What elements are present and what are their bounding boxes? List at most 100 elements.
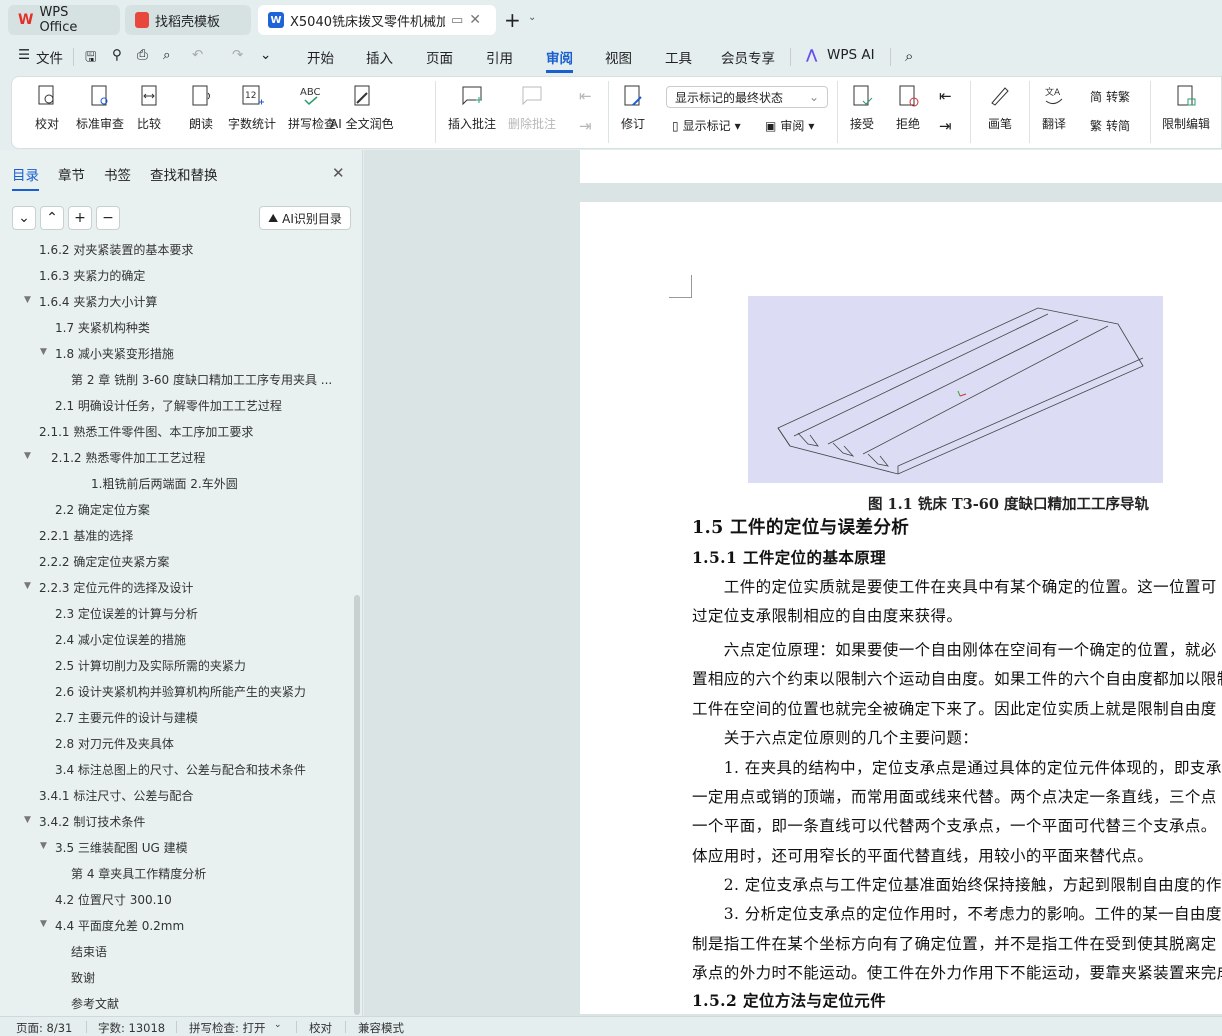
expand-up-button[interactable]: ⌃ — [40, 206, 64, 230]
toc-item[interactable]: 1.粗铣前后两端面 2.车外圆 — [91, 475, 238, 492]
toc-item[interactable]: 1.6.4 夹紧力大小计算 — [39, 293, 157, 310]
menu-references[interactable]: 引用 — [486, 47, 513, 67]
toc-item[interactable]: 2.3 定位误差的计算与分析 — [55, 605, 198, 622]
expand-arrow-icon[interactable]: ▼ — [40, 347, 47, 357]
toc-item[interactable]: 2.2.2 确定定位夹紧方案 — [39, 553, 169, 570]
tab-bookmarks[interactable]: 书签 — [104, 164, 131, 184]
toc-item[interactable]: 3.4 标注总图上的尺寸、公差与配合和技术条件 — [55, 761, 306, 778]
toc-item[interactable]: 1.6.3 夹紧力的确定 — [39, 267, 145, 284]
spell-check-button[interactable]: ABC 拼写检查 — [288, 83, 336, 132]
ai-toc-button[interactable]: ⛰ AI识别目录 — [259, 206, 351, 230]
menu-tools[interactable]: 工具 — [665, 47, 692, 67]
toc-item[interactable]: 2.7 主要元件的设计与建模 — [55, 709, 198, 726]
tab-toc[interactable]: 目录 — [12, 164, 39, 191]
toc-item[interactable]: 4.4 平面度允差 0.2mm — [55, 917, 184, 934]
review-pane-button[interactable]: ▣ 审阅 ▾ — [765, 117, 814, 134]
next-change-icon[interactable]: ⇥ — [939, 117, 952, 135]
standard-review-button[interactable]: 标准审查 — [76, 83, 124, 132]
toc-scrollbar[interactable] — [354, 595, 360, 1015]
ai-polish-button[interactable]: AI 全文润色 — [330, 83, 394, 132]
toc-item[interactable]: 3.4.2 制订技术条件 — [39, 813, 145, 830]
undo-icon[interactable]: ↶ — [192, 47, 203, 63]
tab-find-replace[interactable]: 查找和替换 — [150, 164, 218, 184]
expand-arrow-icon[interactable]: ▼ — [40, 841, 47, 851]
save-icon[interactable]: 🖫 — [85, 47, 97, 70]
chevron-down-icon[interactable]: ⌄ — [528, 12, 536, 23]
expand-arrow-icon[interactable]: ▼ — [40, 919, 47, 929]
toc-item[interactable]: 2.5 计算切削力及实际所需的夹紧力 — [55, 657, 246, 674]
menu-member[interactable]: 会员专享 — [721, 47, 775, 67]
markup-state-select[interactable]: 显示标记的最终状态 ⌄ — [666, 86, 828, 108]
spell-check-status[interactable]: 拼写检查: 打开 — [189, 1020, 266, 1036]
toc-item[interactable]: 2.1.1 熟悉工件零件图、本工序加工要求 — [39, 423, 253, 440]
word-count-button[interactable]: 12 字数统计 — [228, 83, 276, 132]
menu-view[interactable]: 视图 — [605, 47, 632, 67]
toc-item[interactable]: 2.1 明确设计任务，了解零件加工工艺过程 — [55, 397, 282, 414]
toc-item[interactable]: 参考文献 — [71, 995, 119, 1012]
word-count[interactable]: 字数: 13018 — [98, 1020, 165, 1036]
toc-item[interactable]: 3.4.1 标注尺寸、公差与配合 — [39, 787, 193, 804]
toc-item[interactable]: 2.4 减小定位误差的措施 — [55, 631, 186, 648]
toc-item[interactable]: 1.8 减小夹紧变形措施 — [55, 345, 174, 362]
print-icon[interactable]: ⎙ — [137, 47, 148, 63]
compare-button[interactable]: 比较 — [136, 83, 162, 132]
expand-arrow-icon[interactable]: ▼ — [24, 581, 31, 591]
toc-item[interactable]: 2.2.3 定位元件的选择及设计 — [39, 579, 193, 596]
new-tab-icon[interactable]: + — [504, 8, 521, 32]
remove-heading-button[interactable]: − — [96, 206, 120, 230]
toc-item[interactable]: 2.8 对刀元件及夹具体 — [55, 735, 174, 752]
tab-docer[interactable]: 找稻壳模板 — [125, 5, 251, 35]
expand-arrow-icon[interactable]: ▼ — [24, 295, 31, 305]
accept-button[interactable]: 接受 — [849, 83, 875, 132]
restrict-editing-button[interactable]: 限制编辑 — [1162, 83, 1210, 132]
toc-item[interactable]: 2.1.2 熟悉零件加工工艺过程 — [51, 449, 205, 466]
show-markup-button[interactable]: ▯ 显示标记 ▾ — [672, 117, 741, 134]
close-tab-icon[interactable]: ✕ — [469, 12, 481, 28]
collapse-all-button[interactable]: ⌄ — [12, 206, 36, 230]
tab-document[interactable]: W X5040铣床拨叉零件机械加工 ▭ ✕ — [258, 5, 496, 35]
search-icon[interactable]: ⌕ — [905, 47, 913, 65]
toc-item[interactable]: 第 4 章夹具工作精度分析 — [71, 865, 206, 882]
to-traditional-button[interactable]: 简转繁 — [1090, 88, 1130, 105]
reject-button[interactable]: 拒绝 — [895, 83, 921, 132]
toc-item[interactable]: 致谢 — [71, 969, 95, 986]
menu-start[interactable]: 开始 — [307, 47, 334, 67]
menu-insert[interactable]: 插入 — [366, 47, 393, 67]
chevron-down-icon[interactable]: ⌄ — [274, 1020, 282, 1030]
pen-button[interactable]: 画笔 — [987, 83, 1013, 132]
menu-page[interactable]: 页面 — [426, 47, 453, 67]
track-changes-button[interactable]: 修订 — [620, 83, 646, 132]
hamburger-icon[interactable]: ☰ — [18, 47, 30, 63]
translate-button[interactable]: 文A 翻译 — [1041, 83, 1067, 132]
menu-review[interactable]: 审阅 — [546, 47, 573, 73]
proof-button[interactable]: 校对 — [34, 83, 60, 132]
toc-item[interactable]: 1.6.2 对夹紧装置的基本要求 — [39, 241, 193, 258]
tab-chapters[interactable]: 章节 — [58, 164, 85, 184]
menu-wps-ai[interactable]: WPS AI — [827, 47, 875, 63]
document-page[interactable]: 图 1.1 铣床 T3-60 度缺口精加工工序导轨 1.5 工件的定位与误差分析… — [580, 202, 1222, 1014]
toc-item[interactable]: 2.6 设计夹紧机构并验算机构所能产生的夹紧力 — [55, 683, 306, 700]
share-icon[interactable]: ⚲ — [112, 47, 122, 63]
page-indicator[interactable]: 页面: 8/31 — [16, 1020, 72, 1036]
previous-change-icon[interactable]: ⇤ — [939, 87, 952, 105]
read-aloud-button[interactable]: 朗读 — [188, 83, 214, 132]
to-simplified-button[interactable]: 繁转简 — [1090, 117, 1130, 134]
insert-comment-button[interactable]: 插入批注 — [448, 83, 496, 132]
toc-item[interactable]: 1.7 夹紧机构种类 — [55, 319, 150, 336]
delete-comment-button[interactable]: 删除批注 — [508, 83, 556, 132]
next-comment-icon[interactable]: ⇥ — [579, 117, 592, 135]
toc-item[interactable]: 4.2 位置尺寸 300.10 — [55, 891, 172, 908]
toc-item[interactable]: 2.2 确定定位方案 — [55, 501, 150, 518]
monitor-icon[interactable]: ▭ — [451, 13, 463, 28]
close-panel-icon[interactable]: ✕ — [332, 164, 345, 182]
more-chevron-icon[interactable]: ⌄ — [260, 47, 271, 63]
add-heading-button[interactable]: + — [68, 206, 92, 230]
toc-item[interactable]: 结束语 — [71, 943, 107, 960]
tab-wps-office[interactable]: W WPS Office — [8, 5, 120, 35]
print-preview-icon[interactable]: ⌕ — [163, 47, 171, 63]
previous-comment-icon[interactable]: ⇤ — [579, 87, 592, 105]
toc-item[interactable]: 3.5 三维装配图 UG 建模 — [55, 839, 188, 856]
toc-item[interactable]: 第 2 章 铣削 3-60 度缺口精加工工序专用夹具 ... — [71, 371, 332, 388]
proof-status[interactable]: 校对 — [309, 1020, 332, 1036]
toc-item[interactable]: 2.2.1 基准的选择 — [39, 527, 133, 544]
